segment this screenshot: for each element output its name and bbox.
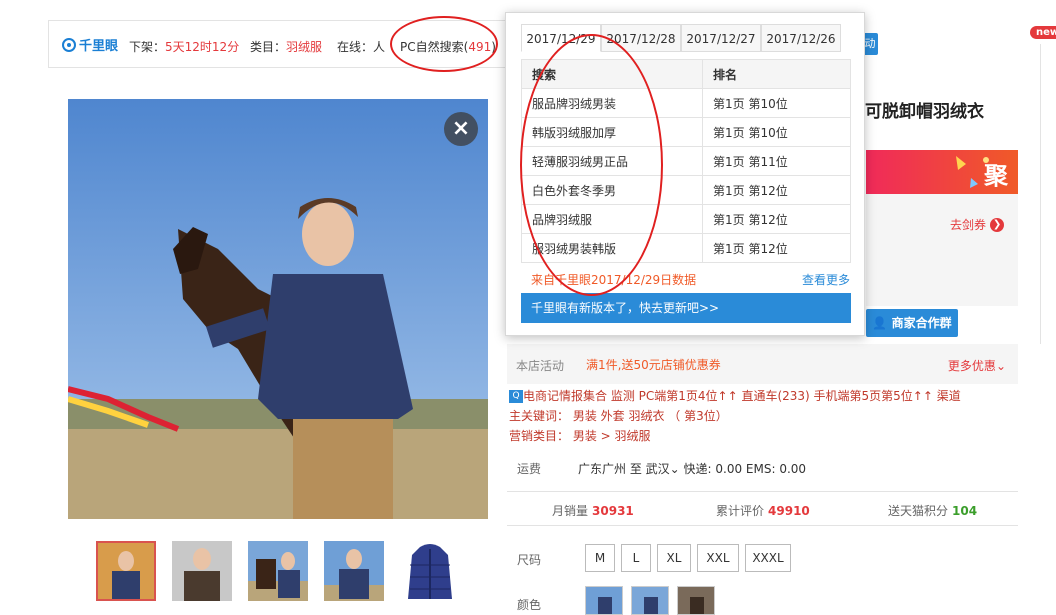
color-option-1[interactable] xyxy=(585,586,623,615)
rank-cell: 第1页 第12位 xyxy=(702,204,851,234)
tab-date-3[interactable]: 2017/12/27 xyxy=(681,24,761,52)
qianliyan-logo[interactable]: 千里眼 xyxy=(62,35,118,54)
tmall-points: 送天猫积分 104 xyxy=(888,502,977,519)
rank-cell: 第1页 第12位 xyxy=(702,233,851,263)
divider xyxy=(507,491,1018,492)
coupon-link[interactable]: 去剑券 ❯ xyxy=(950,216,1005,233)
logo-text: 千里眼 xyxy=(79,39,119,54)
coupon-text: 去剑券 xyxy=(950,218,987,232)
shipping-info: 广东广州 至 武汉⌄ 快递: 0.00 EMS: 0.00 xyxy=(578,460,806,477)
view-more-link[interactable]: 查看更多 xyxy=(802,271,850,288)
shipping-destination[interactable]: 广东广州 至 武汉 xyxy=(578,462,670,476)
thumbnail-image xyxy=(172,541,232,601)
product-main-image[interactable] xyxy=(68,99,488,519)
thumbnail-3[interactable] xyxy=(248,541,308,601)
rank-cell: 第1页 第10位 xyxy=(702,88,851,118)
thumbnail-5[interactable] xyxy=(400,541,460,601)
close-icon[interactable]: × xyxy=(444,112,478,146)
right-sidebar xyxy=(1040,44,1056,344)
stat-label: 送天猫积分 xyxy=(888,504,949,518)
delist-info: 下架：5天12时12分 xyxy=(129,38,239,55)
total-reviews[interactable]: 累计评价 49910 xyxy=(716,502,810,519)
thumbnail-2[interactable] xyxy=(172,541,232,601)
tab-date-4[interactable]: 2017/12/26 xyxy=(761,24,841,52)
divider xyxy=(507,525,1018,526)
color-swatch-image xyxy=(632,587,668,614)
price-area xyxy=(866,194,1018,306)
stat-value: 104 xyxy=(952,504,978,518)
delist-value: 5天12时12分 xyxy=(165,40,240,54)
eye-icon xyxy=(62,37,76,52)
plugin-info-text: 电商记情报集合 监测 PC端第1页4位↑↑ 直通车(233) 手机端第5页第5位… xyxy=(523,389,961,403)
stat-value: 49910 xyxy=(768,504,810,518)
color-label: 颜色 xyxy=(517,598,542,612)
size-option-m[interactable]: M xyxy=(585,544,615,572)
main-keywords-line[interactable]: 主关键词： 男装 外套 羽绒衣 （ 第3位） xyxy=(509,407,728,424)
product-title: 版可脱卸帽羽绒衣 xyxy=(848,102,984,122)
user-icon: 👤 xyxy=(872,316,888,330)
thumbnail-image xyxy=(324,541,384,601)
merchant-group-label: 商家合作群 xyxy=(891,316,952,330)
shipping-cost: 快递: 0.00 EMS: 0.00 xyxy=(683,462,807,476)
red-annotation-circle xyxy=(390,16,498,72)
category-value[interactable]: 羽绒服 xyxy=(286,40,322,54)
category-info: 类目：羽绒服 xyxy=(250,38,322,55)
chevron-down-icon[interactable]: ⌄ xyxy=(670,462,680,476)
stat-label: 累计评价 xyxy=(716,504,765,518)
plugin-icon: Q xyxy=(509,390,523,403)
rank-cell: 第1页 第10位 xyxy=(702,117,851,147)
shipping-label: 运费 xyxy=(517,462,542,476)
marketing-category-line[interactable]: 营销类目： 男装 > 羽绒服 xyxy=(509,427,651,444)
thumbnail-image xyxy=(98,543,154,599)
category-label: 类目： xyxy=(250,40,287,54)
rank-header: 排名 xyxy=(702,59,851,89)
color-option-2[interactable] xyxy=(631,586,669,615)
new-badge[interactable]: new xyxy=(1030,26,1056,39)
chevron-right-icon: ❯ xyxy=(990,217,1005,232)
size-option-l[interactable]: L xyxy=(621,544,651,572)
online-info: 在线：人 xyxy=(337,40,386,54)
red-annotation-circle xyxy=(520,34,663,296)
color-option-3[interactable] xyxy=(677,586,715,615)
delist-label: 下架： xyxy=(129,40,166,54)
plugin-info-line[interactable]: Q 电商记情报集合 监测 PC端第1页4位↑↑ 直通车(233) 手机端第5页第5… xyxy=(509,387,961,404)
jacket-thumbnail-image xyxy=(400,541,460,601)
thumbnail-4[interactable] xyxy=(324,541,384,601)
stat-value: 30931 xyxy=(592,504,634,518)
product-photo xyxy=(68,99,488,519)
activity-text: 满1件,送50元店铺优惠券 xyxy=(586,358,721,372)
thumbnail-image xyxy=(248,541,308,601)
activity-label: 本店活动 xyxy=(516,359,565,373)
promo-ju-text: 聚 xyxy=(984,162,1008,190)
color-swatch-image xyxy=(678,587,714,614)
promo-banner[interactable]: 聚 xyxy=(866,150,1018,194)
monthly-sales: 月销量 30931 xyxy=(552,502,634,519)
color-swatch-image xyxy=(586,587,622,614)
more-discounts-link[interactable]: 更多优惠⌄ xyxy=(948,357,1006,374)
update-notice-button[interactable]: 千里眼有新版本了，快去更新吧>> xyxy=(521,293,851,323)
size-label: 尺码 xyxy=(517,553,542,567)
thumbnail-1[interactable] xyxy=(96,541,156,601)
merchant-group-button[interactable]: 👤 商家合作群 xyxy=(866,309,958,337)
more-discounts-label: 更多优惠 xyxy=(947,359,996,373)
store-activity: 本店活动 满1件,送50元店铺优惠券 更多优惠⌄ xyxy=(507,344,1018,384)
rank-cell: 第1页 第12位 xyxy=(702,175,851,205)
rank-cell: 第1页 第11位 xyxy=(702,146,851,176)
size-option-xxxl[interactable]: XXXL xyxy=(745,544,791,572)
stat-label: 月销量 xyxy=(552,504,589,518)
chevron-down-icon: ⌄ xyxy=(995,359,1006,373)
size-option-xxl[interactable]: XXL xyxy=(697,544,739,572)
size-option-xl[interactable]: XL xyxy=(657,544,691,572)
